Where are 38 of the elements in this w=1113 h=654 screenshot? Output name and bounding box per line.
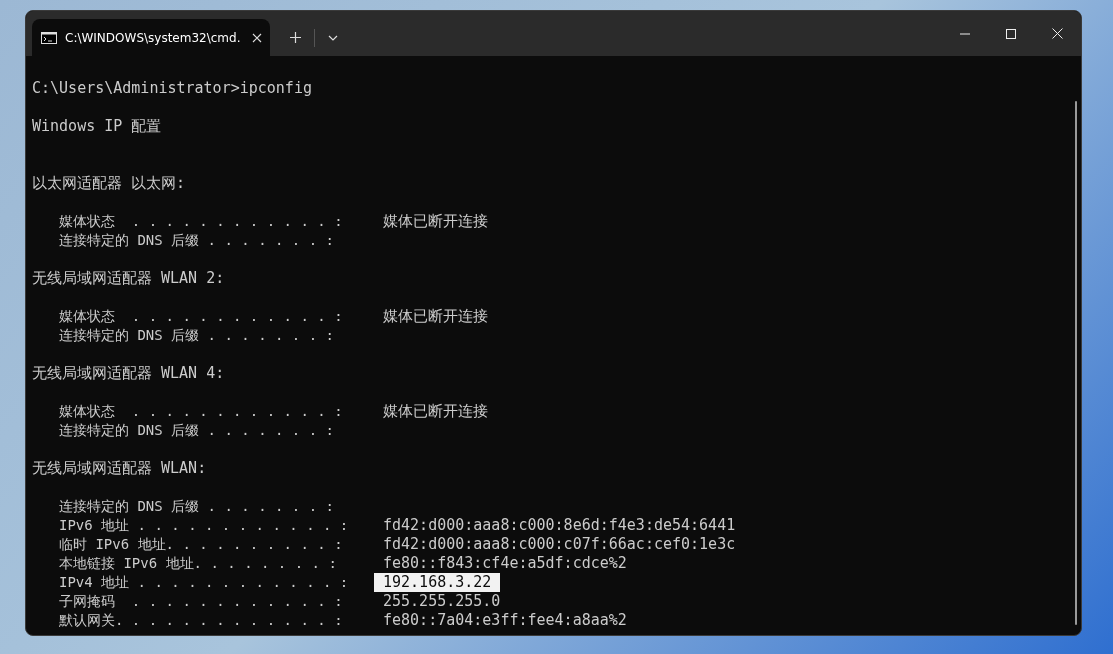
entry-label: 本地链接 IPv6 地址. . . . . . . . : (59, 554, 338, 573)
entry-label: 连接特定的 DNS 后缀 . . . . . . . : (59, 231, 335, 250)
entry-value: 媒体已断开连接 (383, 307, 488, 326)
entry-value: 媒体已断开连接 (383, 212, 488, 231)
terminal-line: 无线局域网适配器 WLAN 4: (32, 364, 225, 382)
entry-label: 子网掩码 . . . . . . . . . . . . : (59, 592, 344, 611)
terminal-line: C:\Users\Administrator>ipconfig (32, 79, 312, 97)
console-icon (41, 31, 57, 44)
entry-label: 临时 IPv6 地址. . . . . . . . . . : (59, 535, 344, 554)
entry-label: 默认网关. . . . . . . . . . . . . : (59, 611, 344, 630)
entry-label: 媒体状态 . . . . . . . . . . . . : (59, 307, 344, 326)
entry-label: 连接特定的 DNS 后缀 . . . . . . . : (59, 497, 335, 516)
entry-label: 媒体状态 . . . . . . . . . . . . : (59, 212, 344, 231)
terminal-tab[interactable]: C:\WINDOWS\system32\cmd. (32, 19, 270, 56)
entry-value: fd42:d000:aaa8:c000:c07f:66ac:cef0:1e3c (383, 535, 736, 554)
tab-title: C:\WINDOWS\system32\cmd. (65, 29, 242, 47)
terminal-line: 无线局域网适配器 WLAN 2: (32, 269, 225, 287)
plus-icon (289, 32, 301, 43)
entry-value: fe80::f843:cf4e:a5df:cdce%2 (383, 554, 627, 573)
terminal-line: 无线局域网适配器 WLAN: (32, 459, 207, 477)
terminal-line: Windows IP 配置 (32, 117, 162, 135)
entry-label: 连接特定的 DNS 后缀 . . . . . . . : (59, 326, 335, 345)
maximize-icon (1006, 28, 1016, 39)
entry-value: 192.168.3.22 (374, 573, 501, 592)
entry-label: IPv4 地址 . . . . . . . . . . . . : (59, 573, 350, 592)
entry-value: fd42:d000:aaa8:c000:8e6d:f4e3:de54:6441 (383, 516, 736, 535)
entry-label: 媒体状态 . . . . . . . . . . . . : (59, 402, 344, 421)
minimize-icon (960, 32, 970, 35)
entry-label: IPv6 地址 . . . . . . . . . . . . : (59, 516, 350, 535)
close-icon (1051, 28, 1063, 39)
entry-label: 连接特定的 DNS 后缀 . . . . . . . : (59, 421, 335, 440)
scrollbar-thumb[interactable] (1075, 101, 1077, 625)
chevron-down-icon (328, 34, 338, 41)
entry-value: fe80::7a04:e3ff:fee4:a8aa%2 (383, 611, 627, 630)
terminal-line: 以太网适配器 以太网: (32, 174, 186, 192)
entry-value: 媒体已断开连接 (383, 402, 488, 421)
entry-value: 255.255.255.0 (383, 592, 501, 611)
close-icon[interactable] (252, 32, 262, 43)
